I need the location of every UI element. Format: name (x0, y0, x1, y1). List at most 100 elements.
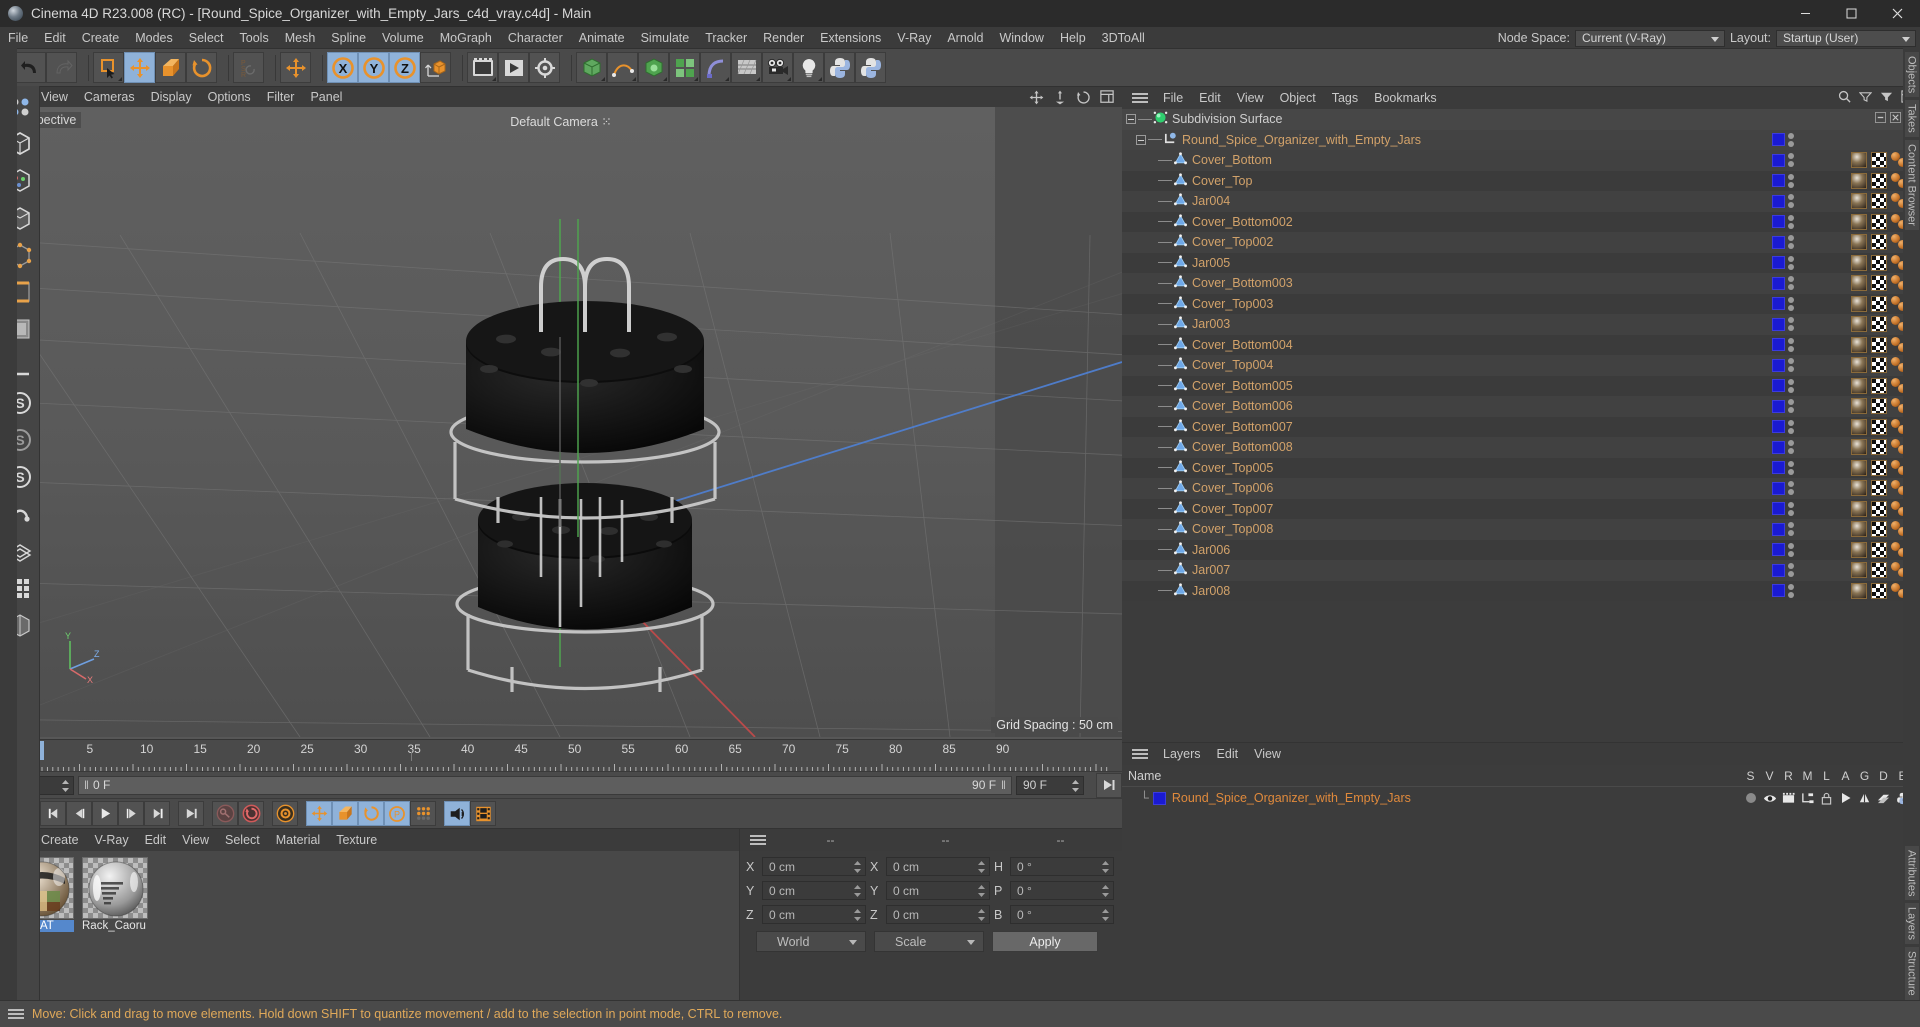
menu-modes[interactable]: Modes (127, 27, 181, 49)
visibility-dots-icon[interactable] (1788, 419, 1794, 434)
layers-menu-edit[interactable]: Edit (1209, 743, 1247, 765)
menu-animate[interactable]: Animate (571, 27, 633, 49)
uvw-tag-icon[interactable] (1871, 398, 1887, 415)
node-space-select[interactable]: Current (V-Ray) (1574, 29, 1725, 47)
layer-color-swatch[interactable] (1772, 338, 1785, 352)
material-tag-icon[interactable] (1851, 480, 1867, 497)
menu-vray[interactable]: V-Ray (889, 27, 939, 49)
timeline-range-bar[interactable]: ‖ 0 F 90 F ‖ (78, 775, 1012, 795)
layer-color-swatch[interactable] (1772, 133, 1785, 147)
search-icon[interactable] (1838, 90, 1851, 106)
visibility-dots-icon[interactable] (1788, 132, 1794, 147)
material-tag-icon[interactable] (1851, 172, 1867, 189)
layer-color-swatch[interactable] (1772, 522, 1785, 536)
move-world-button[interactable] (280, 52, 311, 83)
material-tag-icon[interactable] (1851, 295, 1867, 312)
visibility-dots-icon[interactable] (1788, 522, 1794, 537)
scale-key-button[interactable] (332, 801, 358, 826)
uvw-tag-icon[interactable] (1871, 562, 1887, 579)
menu-select[interactable]: Select (181, 27, 232, 49)
material-tag-icon[interactable] (1851, 275, 1867, 292)
layer-color-swatch[interactable] (1152, 791, 1166, 805)
visibility-dots-icon[interactable] (1788, 399, 1794, 414)
layer-color-swatch[interactable] (1772, 584, 1785, 598)
material-tag-icon[interactable] (1851, 213, 1867, 230)
layer-color-swatch[interactable] (1772, 358, 1785, 372)
menu-mograph[interactable]: MoGraph (432, 27, 500, 49)
visibility-dots-icon[interactable] (1788, 173, 1794, 188)
layer-lock-icon[interactable] (1817, 792, 1836, 805)
autokeying-button[interactable] (212, 801, 238, 826)
uvw-tag-icon[interactable] (1871, 213, 1887, 230)
tab-layers[interactable]: Layers (1904, 903, 1919, 945)
uvw-tag-icon[interactable] (1871, 295, 1887, 312)
menu-window[interactable]: Window (991, 27, 1051, 49)
axis-x-button[interactable]: X (327, 52, 358, 83)
layout-select[interactable]: Startup (User) (1776, 29, 1916, 47)
object-row[interactable]: Cover_Bottom007 (1122, 416, 1920, 437)
object-row[interactable]: Cover_Top004 (1122, 355, 1920, 376)
object-row[interactable]: Jar006 (1122, 539, 1920, 560)
filter-down-icon[interactable] (1880, 90, 1893, 106)
minimize-button[interactable] (1782, 0, 1828, 27)
uvw-tag-icon[interactable] (1871, 254, 1887, 271)
layer-color-swatch[interactable] (1772, 194, 1785, 208)
visibility-dots-icon[interactable] (1788, 583, 1794, 598)
tab-objects[interactable]: Objects (1904, 52, 1919, 98)
uvw-tag-icon[interactable] (1871, 500, 1887, 517)
uvw-tag-icon[interactable] (1871, 418, 1887, 435)
tab-content-browser[interactable]: Content Browser (1904, 140, 1919, 230)
layer-color-swatch[interactable] (1772, 461, 1785, 475)
uvw-tag-icon[interactable] (1871, 275, 1887, 292)
visibility-dots-icon[interactable] (1788, 501, 1794, 516)
object-row[interactable]: Cover_Bottom006 (1122, 396, 1920, 417)
object-row-group[interactable]: Round_Spice_Organizer_with_Empty_Jars (1122, 129, 1920, 150)
go-to-previous-frame-button[interactable] (66, 801, 92, 826)
object-row[interactable]: Jar008 (1122, 580, 1920, 601)
menu-tracker[interactable]: Tracker (697, 27, 755, 49)
rotation-h-field[interactable]: 0 ° (1010, 857, 1114, 876)
position-x-field[interactable]: 0 cm (762, 857, 866, 876)
position-y-field[interactable]: 0 cm (762, 881, 866, 900)
material-tag-icon[interactable] (1851, 398, 1867, 415)
layer-color-swatch[interactable] (1772, 276, 1785, 290)
layer-solo-icon[interactable] (1741, 792, 1760, 804)
object-row[interactable]: Cover_Bottom004 (1122, 334, 1920, 355)
render-to-picture-viewer-button[interactable] (498, 52, 529, 83)
python-generator-button[interactable] (824, 52, 855, 83)
menu-help[interactable]: Help (1052, 27, 1094, 49)
viewport-rotate-icon[interactable] (1076, 90, 1091, 105)
layer-color-swatch[interactable] (1772, 481, 1785, 495)
layer-color-swatch[interactable] (1772, 502, 1785, 516)
layer-color-swatch[interactable] (1772, 297, 1785, 311)
apply-button[interactable]: Apply (992, 931, 1098, 952)
menu-tools[interactable]: Tools (232, 27, 277, 49)
environment-button[interactable] (731, 52, 762, 83)
material-tag-icon[interactable] (1851, 234, 1867, 251)
uvw-tag-icon[interactable] (1871, 316, 1887, 333)
object-row[interactable]: Jar007 (1122, 560, 1920, 581)
material-tag-icon[interactable] (1851, 193, 1867, 210)
size-x-field[interactable]: 0 cm (886, 857, 990, 876)
visibility-dots-icon[interactable] (1788, 296, 1794, 311)
layer-deformer-icon[interactable] (1874, 792, 1893, 805)
rotate-tool-button[interactable] (186, 52, 217, 83)
layer-color-swatch[interactable] (1772, 215, 1785, 229)
viewport-3d-canvas[interactable]: Perspective Default Camera ⁙ Grid Spacin… (0, 107, 1122, 739)
viewport-menu-display[interactable]: Display (143, 87, 200, 107)
render-view-button[interactable] (467, 52, 498, 83)
material-tag-icon[interactable] (1851, 254, 1867, 271)
timeline-ruler[interactable]: 051015202530354045505560657075808590 (0, 739, 1122, 770)
layer-animation-icon[interactable] (1836, 792, 1855, 804)
layers-menu-layers[interactable]: Layers (1155, 743, 1209, 765)
record-active-objects-button[interactable] (238, 801, 264, 826)
go-to-next-keyframe-button[interactable] (144, 801, 170, 826)
object-row[interactable]: Cover_Bottom (1122, 150, 1920, 171)
material-item[interactable]: Rack_Caoru (82, 857, 148, 932)
go-to-next-frame-button[interactable] (118, 801, 144, 826)
menu-spline[interactable]: Spline (323, 27, 374, 49)
material-menu-material[interactable]: Material (268, 829, 328, 851)
uvw-tag-icon[interactable] (1871, 459, 1887, 476)
layer-row[interactable]: └ Round_Spice_Organizer_with_Empty_Jars (1122, 787, 1920, 809)
coordinates-hamburger-icon[interactable] (750, 834, 766, 846)
